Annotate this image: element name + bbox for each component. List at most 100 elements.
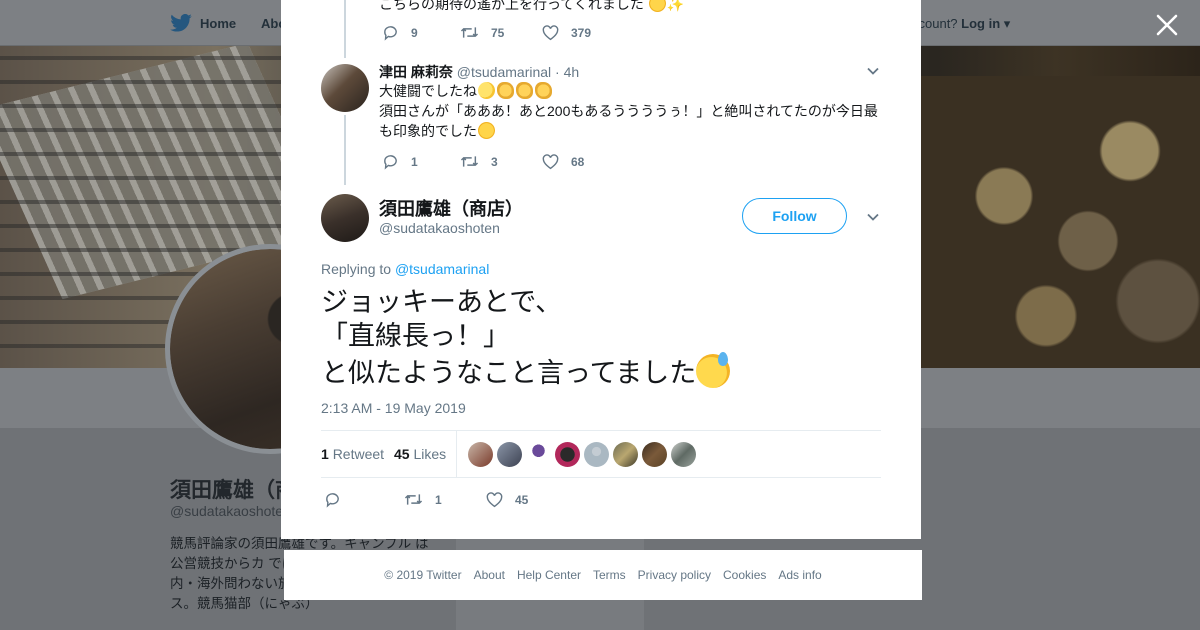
reply-icon xyxy=(326,493,339,508)
follow-button[interactable]: Follow xyxy=(742,198,847,234)
avatar[interactable] xyxy=(321,64,369,112)
tweet-permalink-modal: こちらの期待の遙か上を行ってくれました ✨ 9 75 379 津田 麻莉奈 @t… xyxy=(281,0,921,539)
liker-avatar[interactable] xyxy=(671,442,696,467)
clap-emoji-icon xyxy=(535,82,552,99)
like-action[interactable]: 379 xyxy=(542,24,592,41)
liker-avatar[interactable] xyxy=(584,442,609,467)
heart-icon xyxy=(542,24,559,40)
nav-home[interactable]: Home xyxy=(170,14,236,32)
like-count: 45 xyxy=(515,492,529,507)
reply-text: 大健闘でしたね 須田さんが「あああ！あと200もあるううううぅ！」と絶叫されてた… xyxy=(379,81,879,141)
clap-emoji-icon xyxy=(516,82,533,99)
like-action[interactable]: 68 xyxy=(542,153,585,170)
prev-tweet-text: こちらの期待の遙か上を行ってくれました ✨ xyxy=(379,0,879,14)
retweet-count: 75 xyxy=(491,25,505,40)
profile-handle: @sudatakaoshote xyxy=(170,503,284,519)
reply-header: 津田 麻莉奈 @tsudamarinal · 4h xyxy=(379,62,579,82)
retweet-action[interactable]: 1 xyxy=(404,491,486,508)
footer-link-terms[interactable]: Terms xyxy=(593,568,626,582)
retweet-icon xyxy=(460,156,479,167)
retweet-count: 3 xyxy=(491,154,498,169)
liker-avatar[interactable] xyxy=(468,442,493,467)
retweet-stat-count: 1 xyxy=(321,446,329,462)
prev-tweet-actions: 9 75 379 xyxy=(382,24,591,41)
reply-line1: 大健闘でしたね xyxy=(379,81,879,101)
tears-of-joy-emoji-icon xyxy=(478,122,495,139)
footer-link-about[interactable]: About xyxy=(474,568,505,582)
retweet-count: 1 xyxy=(435,492,442,507)
nav-home-label: Home xyxy=(200,15,237,31)
like-stat-label: Likes xyxy=(413,446,447,462)
chevron-down-icon[interactable] xyxy=(866,64,880,78)
profile-name: 須田鷹雄（商 xyxy=(170,479,296,502)
reply-line2: 須田さんが「あああ！あと200もあるううううぅ！」と絶叫されてたのが今日最も印象… xyxy=(379,101,879,141)
chevron-down-icon[interactable] xyxy=(866,210,880,224)
reply-author-handle[interactable]: @tsudamarinal xyxy=(457,64,551,80)
reply-action[interactable]: 9 xyxy=(382,24,460,41)
liker-avatar[interactable] xyxy=(526,442,551,467)
reply-action[interactable] xyxy=(324,491,404,508)
retweet-action[interactable]: 3 xyxy=(460,153,542,170)
tweet-author-handle[interactable]: @sudatakaoshoten xyxy=(379,220,500,236)
reply-time[interactable]: · 4h xyxy=(555,64,579,80)
tweet-author-name[interactable]: 須田鷹雄（商店） xyxy=(379,195,523,221)
like-stat-count: 45 xyxy=(394,446,410,462)
sweat-smile-emoji-icon xyxy=(696,352,731,388)
chevron-down-icon: ▾ xyxy=(1003,16,1011,31)
grinning-emoji-icon xyxy=(648,0,666,12)
stats-divider xyxy=(456,431,457,477)
prev-tweet-text-fragment: こちらの期待の遙か上を行ってくれました xyxy=(379,0,644,12)
reply-line2-text: 須田さんが「あああ！あと200もあるううううぅ！」と絶叫されてたのが今日最も印象… xyxy=(379,103,878,139)
reply-line1-text: 大健闘でしたね xyxy=(379,83,477,99)
tweet-line3: と似たようなこと言ってました xyxy=(321,352,881,391)
footer-link-cookies[interactable]: Cookies xyxy=(723,568,766,582)
footer-copyright: © 2019 Twitter xyxy=(384,568,462,582)
thread-line xyxy=(344,0,346,58)
liker-avatar[interactable] xyxy=(497,442,522,467)
retweet-action[interactable]: 75 xyxy=(460,24,542,41)
nav-account: ccount? Log in ▾ xyxy=(912,16,1010,32)
like-count: 68 xyxy=(571,154,585,169)
tweet-text: ジョッキーあとで、 「直線長っ！」 と似たようなこと言ってました xyxy=(321,286,881,391)
liker-avatar[interactable] xyxy=(555,442,580,467)
reply-actions: 1 3 68 xyxy=(382,153,584,170)
like-stat[interactable]: 45 Likes xyxy=(394,446,446,462)
reply-icon xyxy=(384,155,397,170)
reply-count: 1 xyxy=(411,154,418,169)
smiling-emoji-icon xyxy=(478,82,495,99)
close-icon[interactable] xyxy=(1154,12,1180,38)
tweet-line1: ジョッキーあとで、 xyxy=(321,287,563,318)
header-food-shape xyxy=(920,76,1200,368)
reply-count: 9 xyxy=(411,25,418,40)
modal-footer: © 2019 Twitter About Help Center Terms P… xyxy=(284,550,922,600)
footer-link-ads-info[interactable]: Ads info xyxy=(778,568,821,582)
twitter-bird-icon xyxy=(170,14,192,32)
heart-icon xyxy=(542,153,559,169)
liker-avatar[interactable] xyxy=(642,442,667,467)
clap-emoji-icon xyxy=(497,82,514,99)
liker-avatar[interactable] xyxy=(613,442,638,467)
reply-icon xyxy=(384,26,397,41)
avatar[interactable] xyxy=(321,194,369,242)
replying-prefix: Replying to xyxy=(321,261,392,277)
retweet-stat[interactable]: 1 Retweet xyxy=(321,446,384,462)
login-link[interactable]: Log in xyxy=(961,16,1000,31)
reply-action[interactable]: 1 xyxy=(382,153,460,170)
replying-to: Replying to @tsudamarinal xyxy=(321,261,489,277)
reply-author-name[interactable]: 津田 麻莉奈 xyxy=(379,64,453,80)
tweet-line2: 「直線長っ！」 xyxy=(321,321,510,352)
retweet-stat-label: Retweet xyxy=(332,446,385,462)
sparkles-icon: ✨ xyxy=(666,0,685,12)
tweet-stats: 1 Retweet 45 Likes xyxy=(321,430,881,478)
retweet-icon xyxy=(404,494,423,505)
footer-link-help-center[interactable]: Help Center xyxy=(517,568,581,582)
retweet-icon xyxy=(460,27,479,38)
heart-icon xyxy=(486,491,503,507)
like-count: 379 xyxy=(571,25,592,40)
thread-line xyxy=(344,115,346,185)
footer-link-privacy[interactable]: Privacy policy xyxy=(638,568,711,582)
replying-to-link[interactable]: @tsudamarinal xyxy=(395,261,489,277)
tweet-timestamp[interactable]: 2:13 AM - 19 May 2019 xyxy=(321,400,466,416)
tweet-actions: 1 45 xyxy=(324,491,528,508)
like-action[interactable]: 45 xyxy=(486,491,529,508)
